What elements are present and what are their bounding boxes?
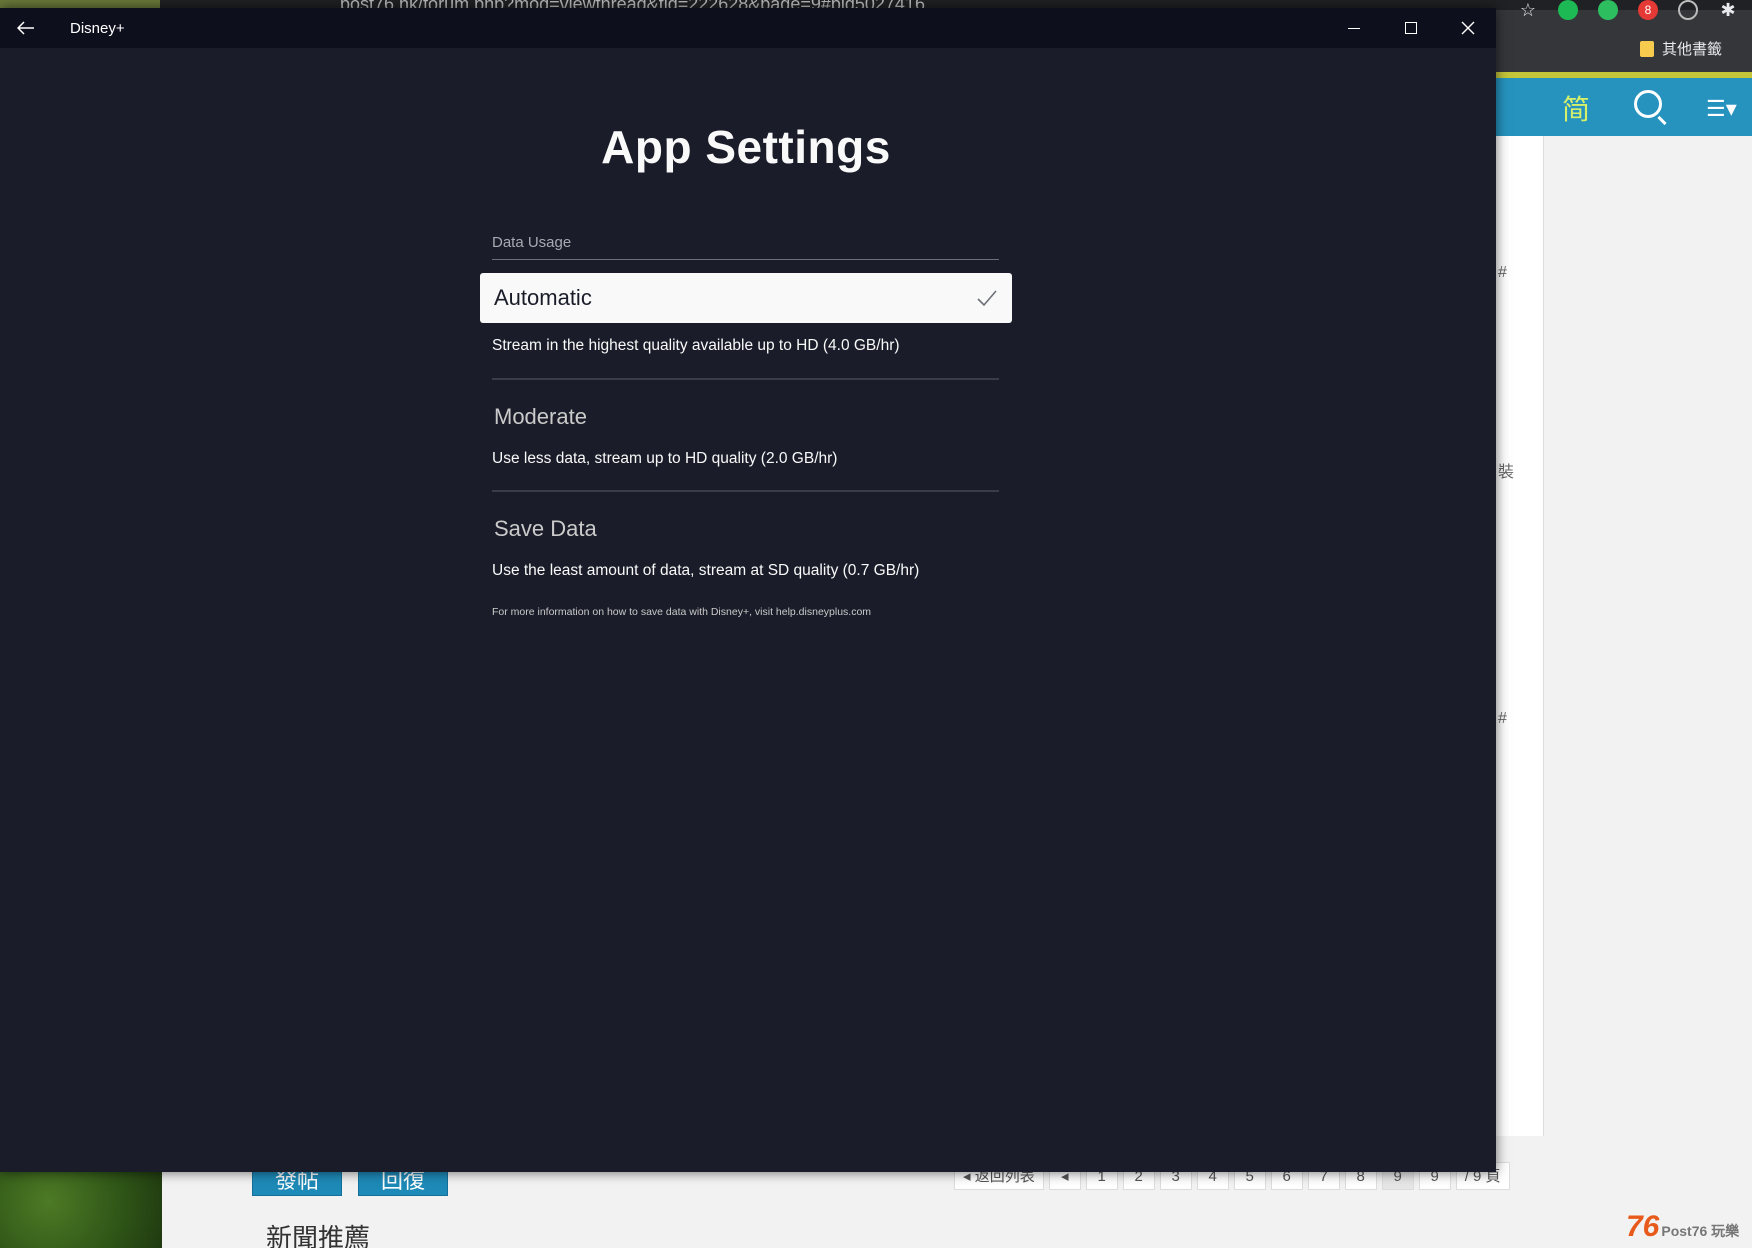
site-watermark-logo: 76Post76 玩樂網 xyxy=(1626,1210,1752,1248)
option-description: Use the least amount of data, stream at … xyxy=(492,562,920,579)
option-description: Use less data, stream up to HD quality (… xyxy=(492,450,838,467)
evernote-icon[interactable] xyxy=(1598,0,1618,20)
page-title: App Settings xyxy=(601,121,891,173)
arrow-left-icon xyxy=(17,21,34,35)
help-footnote: For more information on how to save data… xyxy=(492,606,872,618)
option-automatic[interactable]: Automatic xyxy=(480,273,1012,323)
site-header: 简 ☰▾ xyxy=(1496,78,1752,136)
bookmarks-bar[interactable]: 其他書籤 xyxy=(1640,38,1722,59)
list-icon[interactable]: ☰▾ xyxy=(1706,96,1737,122)
disney-plus-window: Disney+ App Settings Data Usage Automati… xyxy=(0,8,1496,1172)
window-titlebar: Disney+ xyxy=(0,8,1496,48)
extension-green-icon[interactable] xyxy=(1558,0,1578,20)
extension-icons: ☆ 8 ✱ xyxy=(1518,0,1738,20)
divider xyxy=(492,378,999,380)
minimize-icon xyxy=(1347,27,1360,29)
checkmark-icon xyxy=(977,290,997,307)
window-controls xyxy=(1325,8,1496,48)
bookmarks-folder-label[interactable]: 其他書籤 xyxy=(1662,38,1722,59)
close-icon xyxy=(1461,21,1474,35)
close-button[interactable] xyxy=(1439,8,1496,48)
window-title: Disney+ xyxy=(70,19,125,37)
desktop-wallpaper xyxy=(0,1170,162,1248)
post-text-fragment: 裝 xyxy=(1498,464,1515,481)
data-usage-settings: Data Usage Automatic Stream in the highe… xyxy=(480,234,1012,618)
post-number-fragment: # xyxy=(1498,710,1507,727)
forum-post-panel: # 裝 # xyxy=(1496,136,1544,1136)
watermark-number: 76 xyxy=(1626,1210,1660,1243)
divider xyxy=(492,490,999,492)
maximize-button[interactable] xyxy=(1382,8,1439,48)
post-number-fragment: # xyxy=(1498,264,1507,281)
option-label: Automatic xyxy=(494,285,592,310)
site-background xyxy=(1544,136,1752,1248)
maximize-icon xyxy=(1404,22,1417,34)
adblock-icon[interactable]: 8 xyxy=(1638,0,1658,20)
option-save-data[interactable]: Save Data xyxy=(494,516,1012,548)
minimize-button[interactable] xyxy=(1325,8,1382,48)
star-icon[interactable]: ☆ xyxy=(1518,0,1538,20)
simplified-chinese-toggle[interactable]: 简 xyxy=(1562,88,1590,128)
option-description: Stream in the highest quality available … xyxy=(492,337,900,354)
search-icon[interactable] xyxy=(1634,90,1662,118)
news-section-heading: 新聞推薦 xyxy=(266,1224,371,1248)
option-moderate[interactable]: Moderate xyxy=(494,404,1012,436)
sync-icon[interactable] xyxy=(1678,0,1698,20)
back-button[interactable] xyxy=(0,8,52,48)
section-label: Data Usage xyxy=(492,234,999,260)
folder-icon xyxy=(1640,40,1654,57)
puzzle-icon[interactable]: ✱ xyxy=(1718,0,1738,20)
